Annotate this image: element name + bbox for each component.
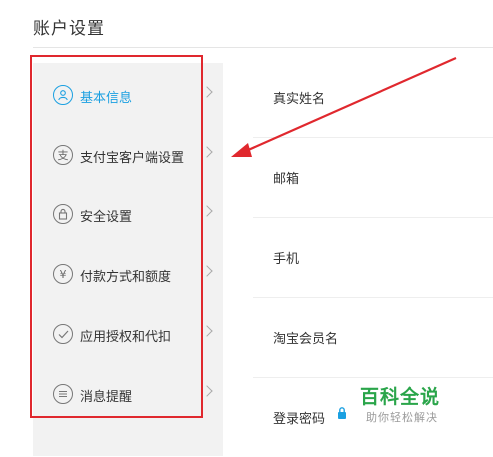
chevron-right-icon bbox=[201, 86, 213, 98]
sidebar-item-notifications[interactable]: 消息提醒 bbox=[33, 375, 223, 415]
field-label: 手机 bbox=[273, 252, 300, 267]
sidebar-item-label: 应用授权和代扣 bbox=[80, 330, 172, 345]
field-label: 淘宝会员名 bbox=[273, 332, 339, 347]
message-icon bbox=[53, 384, 73, 404]
lock-icon bbox=[338, 407, 346, 419]
check-icon bbox=[53, 324, 73, 344]
sidebar-item-security[interactable]: 安全设置 bbox=[33, 195, 223, 235]
field-row-real-name: 真实姓名 bbox=[253, 58, 493, 138]
field-row-taobao-member: 淘宝会员名 bbox=[253, 298, 493, 378]
chevron-right-icon bbox=[201, 325, 213, 337]
sidebar-item-label: 支付宝客户端设置 bbox=[80, 151, 185, 166]
sidebar-item-alipay-client[interactable]: 支 支付宝客户端设置 bbox=[33, 136, 223, 176]
page-title: 账户设置 bbox=[33, 19, 105, 39]
sidebar-item-payment-methods[interactable]: ¥ 付款方式和额度 bbox=[33, 255, 223, 295]
sidebar-item-label: 安全设置 bbox=[80, 210, 133, 225]
field-row-login-password: 登录密码 bbox=[253, 378, 493, 457]
field-label: 真实姓名 bbox=[273, 92, 326, 107]
lock-icon bbox=[53, 204, 73, 224]
title-divider bbox=[33, 47, 493, 48]
sidebar-item-label: 基本信息 bbox=[80, 91, 133, 106]
sidebar-item-basic-info[interactable]: 基本信息 bbox=[33, 76, 223, 116]
settings-sidebar: 基本信息 支 支付宝客户端设置 安全设置 ¥ 付款方式和额度 应用授权和代扣 消… bbox=[33, 63, 223, 456]
user-icon bbox=[53, 85, 73, 105]
field-label: 登录密码 bbox=[273, 412, 326, 427]
field-row-email: 邮箱 bbox=[253, 138, 493, 218]
chevron-right-icon bbox=[201, 385, 213, 397]
chevron-right-icon bbox=[201, 265, 213, 277]
field-row-phone: 手机 bbox=[253, 218, 493, 298]
chevron-right-icon bbox=[201, 205, 213, 217]
sidebar-item-label: 消息提醒 bbox=[80, 390, 133, 405]
sidebar-item-label: 付款方式和额度 bbox=[80, 270, 172, 285]
sidebar-item-app-authorization[interactable]: 应用授权和代扣 bbox=[33, 315, 223, 355]
chevron-right-icon bbox=[201, 146, 213, 158]
alipay-icon: 支 bbox=[53, 145, 73, 165]
field-label: 邮箱 bbox=[273, 172, 300, 187]
yuan-icon: ¥ bbox=[53, 264, 73, 284]
